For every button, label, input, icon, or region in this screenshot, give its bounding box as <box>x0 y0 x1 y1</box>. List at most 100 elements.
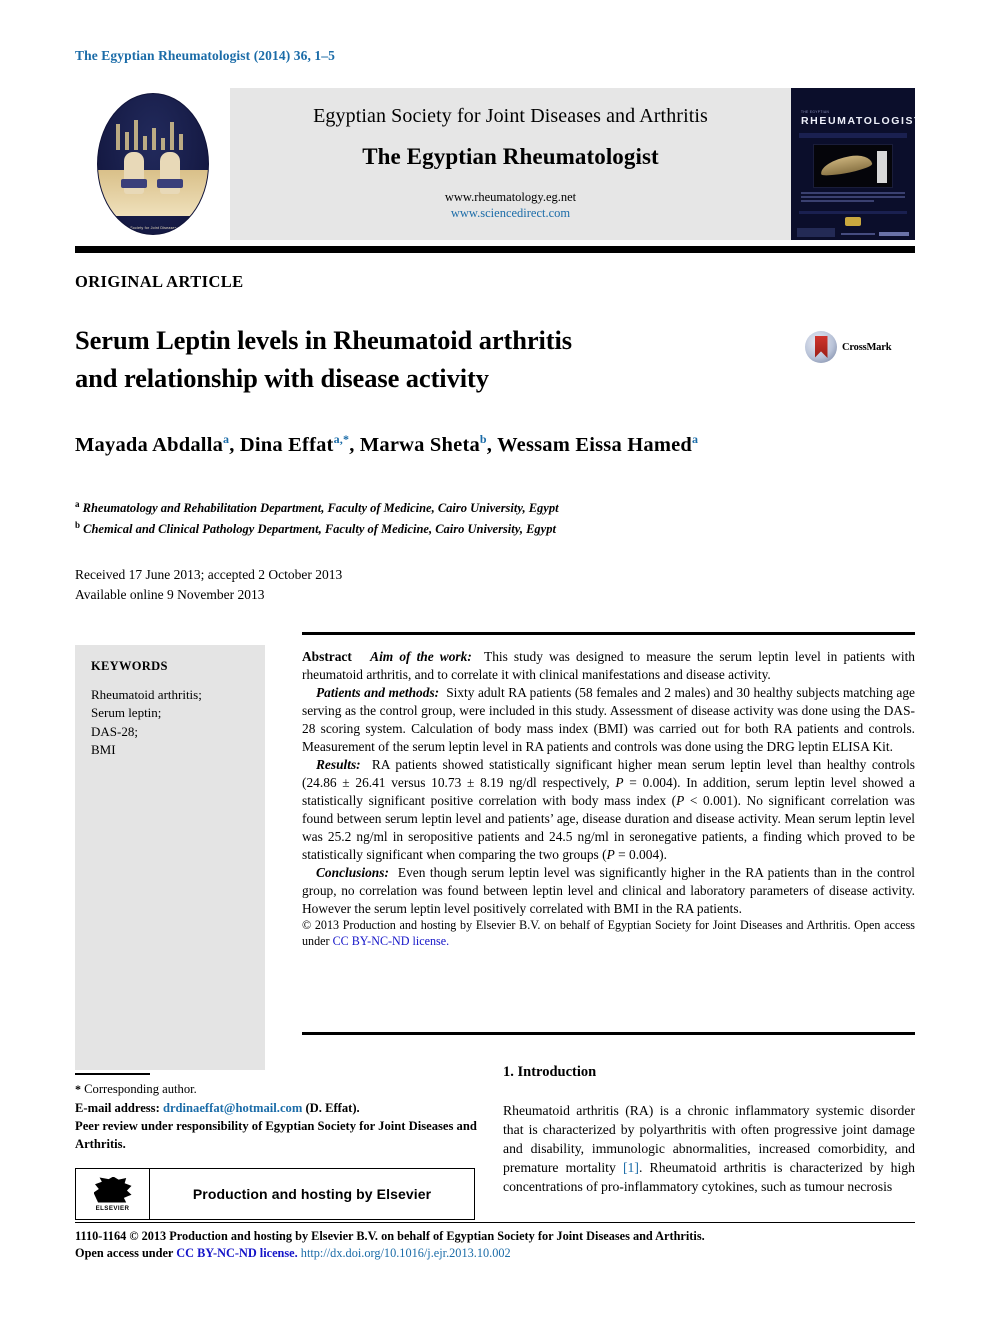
citation-reference-1[interactable]: [1] <box>623 1160 639 1175</box>
cover-footer-center <box>841 233 875 235</box>
abstract-body: Abstract Aim of the work: This study was… <box>302 635 915 950</box>
footnote-block: * Corresponding author. E-mail address: … <box>75 1080 490 1154</box>
author-name-4: Wessam Eissa Hamed <box>497 433 693 456</box>
cover-specimen-image <box>819 152 873 178</box>
peer-review-line: Peer review under responsibility of Egyp… <box>75 1118 477 1152</box>
abstract-results-text-4: = 0.004). <box>614 846 667 862</box>
abstract-conclusions-paragraph: Conclusions: Even though serum leptin le… <box>302 864 915 918</box>
masthead-center: Egyptian Society for Joint Diseases and … <box>230 88 791 240</box>
author-name-1: Mayada Abdalla <box>75 433 224 456</box>
journal-name: The Egyptian Rheumatologist <box>362 144 659 169</box>
running-head: The Egyptian Rheumatologist (2014) 36, 1… <box>75 48 335 63</box>
corresponding-author-text: Corresponding author. <box>84 1082 197 1096</box>
affiliation-a-marker: a <box>75 499 80 509</box>
abstract-methods-paragraph: Patients and methods: Sixty adult RA pat… <box>302 684 915 756</box>
footnote-separator <box>75 1073 150 1075</box>
page-title: Serum Leptin levels in Rheumatoid arthri… <box>75 322 725 397</box>
cover-footer-right <box>879 232 909 236</box>
journal-masthead: The Egyptian Society for Joint Diseases … <box>75 88 915 240</box>
author-affil-marker-1: a <box>223 432 230 446</box>
bottom-copyright-line-1: 1110-1164 © 2013 Production and hosting … <box>75 1229 705 1243</box>
cc-license-link[interactable]: CC BY-NC-ND license. <box>333 934 450 948</box>
cover-footer-left <box>797 228 835 237</box>
cover-title: RHEUMATOLOGIST <box>801 115 915 127</box>
elsevier-wordmark: ELSEVIER <box>95 1204 130 1212</box>
available-online-line: Available online 9 November 2013 <box>75 587 265 603</box>
society-name: Egyptian Society for Joint Diseases and … <box>313 105 708 127</box>
title-line-1: Serum Leptin levels in Rheumatoid arthri… <box>75 325 572 355</box>
keywords-list: Rheumatoid arthritis; Serum leptin; DAS-… <box>91 686 249 760</box>
affiliation-list: a Rheumatology and Rehabilitation Depart… <box>75 498 915 539</box>
crossmark-icon <box>805 331 837 363</box>
abstract-section: Abstract Aim of the work: This study was… <box>302 632 915 950</box>
crossmark-badge[interactable]: CrossMark <box>805 331 892 363</box>
received-accepted-line: Received 17 June 2013; accepted 2 Octobe… <box>75 567 343 582</box>
asterisk-icon: * <box>75 1082 81 1096</box>
affiliation-a-text: Rheumatology and Rehabilitation Departme… <box>82 501 559 516</box>
logo-sand <box>97 170 208 216</box>
cover-photo <box>813 144 893 188</box>
bottom-copyright-line-2: Open access under CC BY-NC-ND license. h… <box>75 1245 915 1262</box>
abstract-results-label: Results: <box>316 756 361 772</box>
article-type-label: ORIGINAL ARTICLE <box>75 272 244 291</box>
title-line-2: and relationship with disease activity <box>75 362 489 393</box>
email-suffix: (D. Effat). <box>305 1100 360 1115</box>
author-name-3: Marwa Sheta <box>359 433 480 456</box>
keywords-heading: KEYWORDS <box>91 659 168 673</box>
email-link[interactable]: drdinaeffat@hotmail.com <box>163 1101 302 1115</box>
p-value-symbol: P <box>606 846 615 862</box>
sciencedirect-url[interactable]: www.sciencedirect.com <box>451 206 570 221</box>
society-emblem-icon: The Egyptian Society for Joint Diseases … <box>96 93 209 235</box>
introduction-heading: 1. Introduction <box>503 1064 597 1080</box>
abstract-conclusions-label: Conclusions: <box>316 864 389 880</box>
elsevier-logo: ELSEVIER <box>76 1169 150 1219</box>
abstract-results-paragraph: Results: RA patients showed statisticall… <box>302 756 915 864</box>
abstract-aim-paragraph: Abstract Aim of the work: This study was… <box>302 648 915 684</box>
elsevier-hosting-banner: ELSEVIER Production and hosting by Elsev… <box>75 1168 475 1220</box>
affiliation-b: b Chemical and Clinical Pathology Depart… <box>75 519 915 540</box>
abstract-conclusions-text: Even though serum leptin level was signi… <box>302 864 915 916</box>
open-access-prefix: Open access under <box>75 1246 177 1261</box>
author-list: Mayada Abdallaa, Dina Effata,*, Marwa Sh… <box>75 432 699 456</box>
bottom-separator <box>75 1222 915 1223</box>
affiliation-b-text: Chemical and Clinical Pathology Departme… <box>83 521 556 536</box>
cover-rule <box>799 133 907 138</box>
cc-license-link[interactable]: CC BY-NC-ND license. <box>176 1246 297 1260</box>
keyword-item: BMI <box>91 742 116 758</box>
abstract-aim-label: Aim of the work: <box>370 648 472 664</box>
logo-figure-right <box>156 152 183 194</box>
hieroglyph-decoration <box>115 110 192 150</box>
keyword-item: DAS-28; <box>91 723 138 739</box>
society-logo: The Egyptian Society for Joint Diseases … <box>75 88 230 240</box>
p-value-symbol: P <box>615 774 624 790</box>
email-line: E-mail address: drdinaeffat@hotmail.com … <box>75 1099 490 1117</box>
abstract-methods-label: Patients and methods: <box>316 684 440 700</box>
introduction-body: Rheumatoid arthritis (RA) is a chronic i… <box>503 1102 915 1197</box>
elsevier-banner-text: Production and hosting by Elsevier <box>192 1186 432 1202</box>
paper-page: The Egyptian Rheumatologist (2014) 36, 1… <box>0 0 992 1323</box>
keyword-item: Serum leptin; <box>91 705 162 721</box>
bottom-copyright-block: 1110-1164 © 2013 Production and hosting … <box>75 1228 915 1263</box>
corresponding-author-line: * Corresponding author. <box>75 1080 490 1099</box>
crossmark-ribbon-icon <box>814 336 828 358</box>
cover-photo-strip <box>877 151 887 183</box>
article-history: Received 17 June 2013; accepted 2 Octobe… <box>75 565 342 606</box>
author-affil-marker-3: b <box>479 432 487 446</box>
masthead-divider <box>75 246 915 253</box>
elsevier-tree-icon <box>93 1176 132 1203</box>
abstract-bottom-rule <box>302 1032 915 1035</box>
cover-abstract-lines <box>801 192 905 208</box>
journal-url[interactable]: www.rheumatology.eg.net <box>445 190 576 205</box>
abstract-copyright: © 2013 Production and hosting by Elsevie… <box>302 918 915 950</box>
author-affil-marker-2: a,* <box>333 432 350 446</box>
cover-eyebrow: THE EGYPTIAN <box>801 110 830 114</box>
keywords-panel: KEYWORDS Rheumatoid arthritis; Serum lep… <box>75 645 265 1070</box>
affiliation-a: a Rheumatology and Rehabilitation Depart… <box>75 498 915 519</box>
email-label: E-mail address: <box>75 1100 160 1115</box>
cover-emblem-icon <box>845 217 861 226</box>
journal-cover-thumbnail: THE EGYPTIAN RHEUMATOLOGIST <box>791 88 915 240</box>
author-affil-marker-4: a <box>692 432 699 446</box>
crossmark-label: CrossMark <box>842 341 892 353</box>
logo-figure-left <box>120 152 147 194</box>
doi-link[interactable]: http://dx.doi.org/10.1016/j.ejr.2013.10.… <box>301 1246 511 1260</box>
